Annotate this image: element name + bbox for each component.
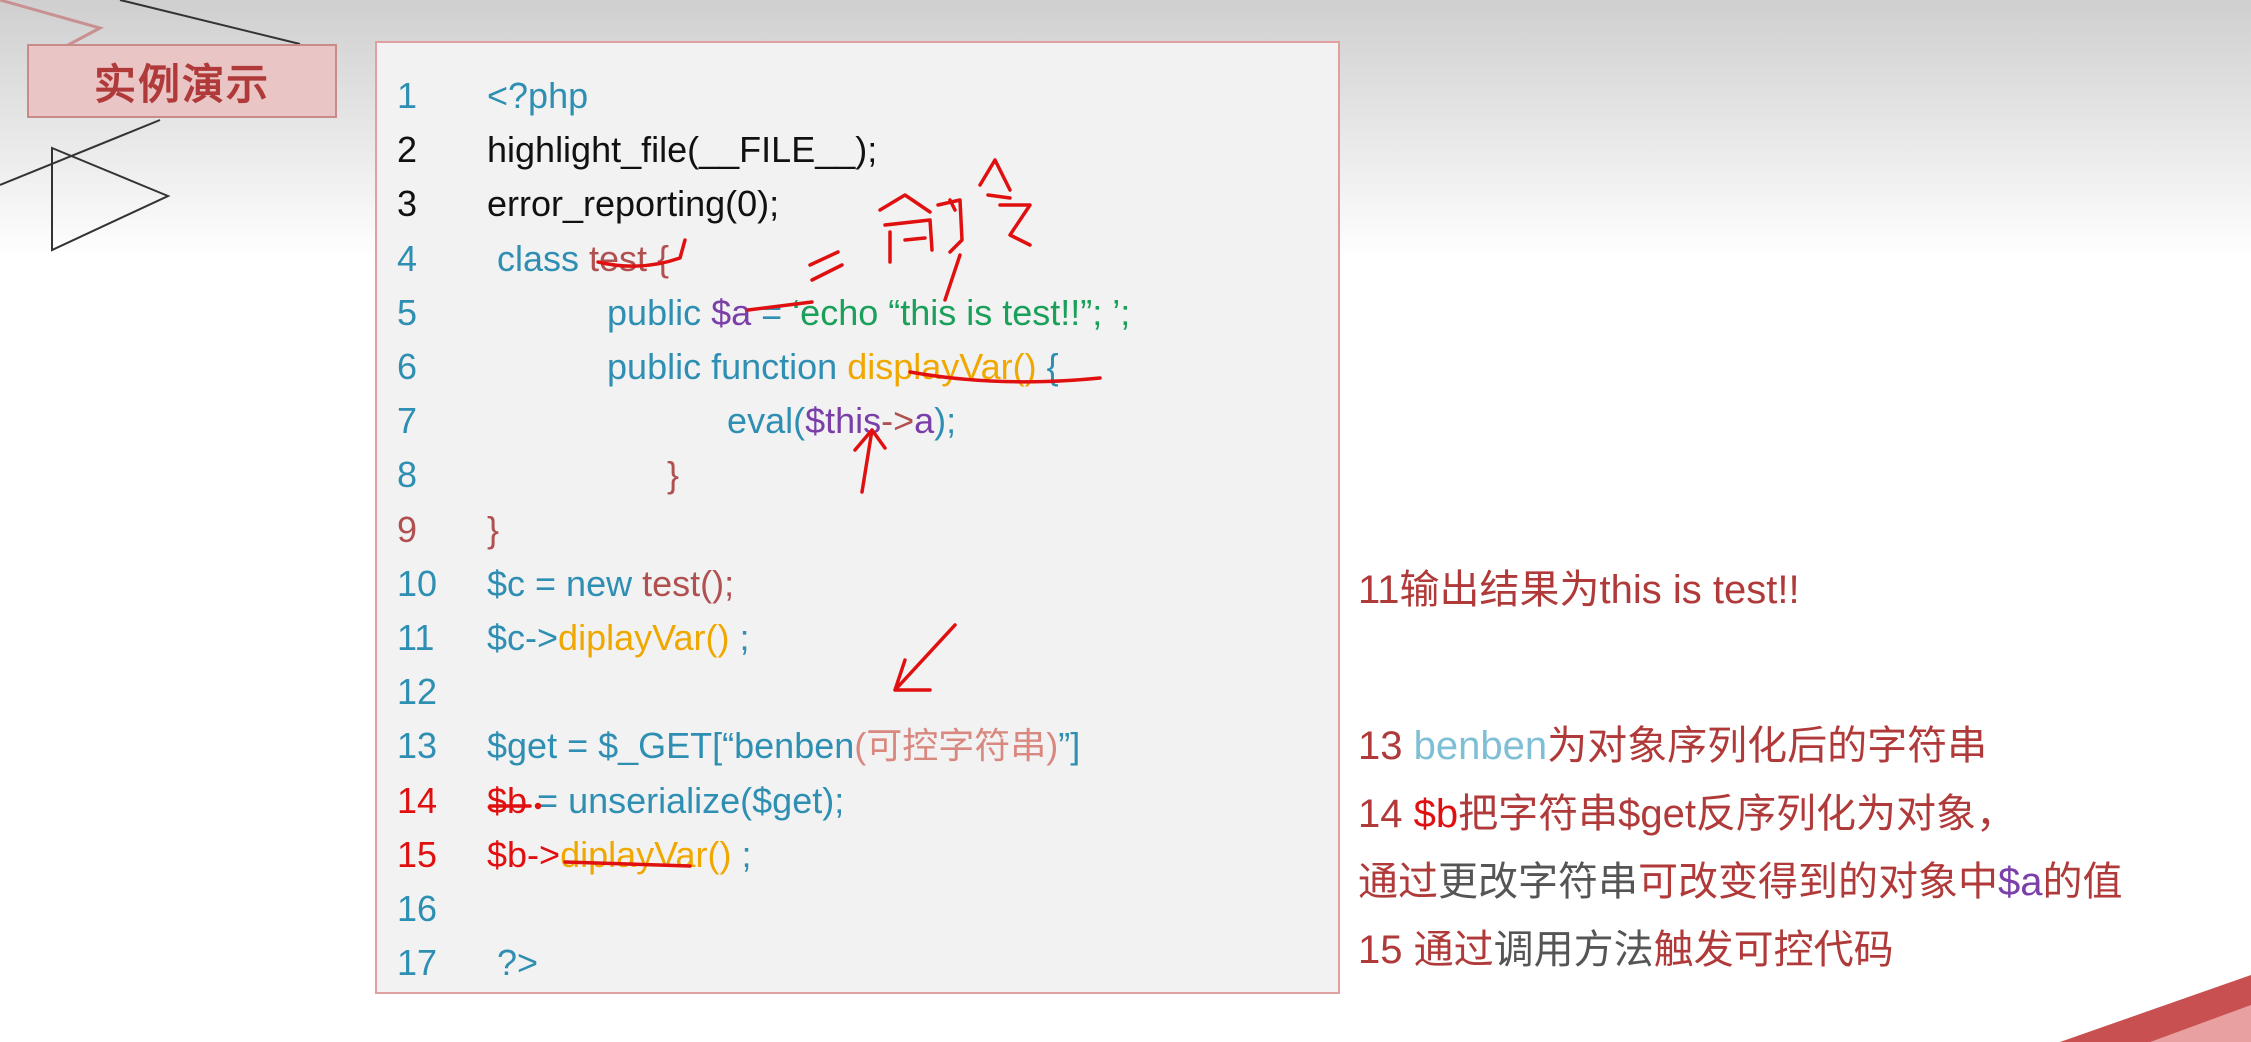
code-token: diplayVar(): [558, 617, 730, 658]
note-token: benben: [1413, 724, 1548, 768]
line-number: 5: [397, 291, 418, 333]
line-number: 4: [397, 237, 418, 279]
line-number: 10: [397, 562, 438, 604]
line-number: 1: [397, 75, 418, 116]
line-number: 12: [397, 671, 438, 713]
code-token: }: [487, 508, 500, 550]
note-token: 13: [1358, 724, 1414, 768]
code-text: public $a = ‘echo “this is test!!”; ’;: [487, 286, 1130, 340]
note-token: 通过: [1413, 928, 1494, 972]
code-token: ->: [881, 400, 915, 442]
line-number: 16: [397, 888, 438, 929]
line-number: 2: [397, 129, 418, 171]
code-token: ”]: [1058, 725, 1081, 767]
note-token: 调用方法: [1493, 928, 1654, 972]
line-number: 11: [397, 617, 435, 658]
note-line: 15 通过调用方法触发可控代码: [1358, 922, 1894, 978]
code-token: test {: [589, 237, 670, 279]
line-number: 8: [397, 454, 418, 496]
code-token: $get = $_GET[“benben: [487, 725, 855, 767]
code-token: );: [934, 400, 957, 442]
code-token: error_reporting(0);: [487, 183, 780, 225]
code-token: eval(: [487, 400, 806, 442]
code-text: <?php: [487, 69, 588, 123]
code-token: $this: [805, 400, 882, 442]
code-text: public function displayVar() {: [487, 340, 1059, 394]
code-token: highlight_file(__FILE__);: [487, 129, 878, 171]
code-text: eval($this->a);: [487, 394, 956, 448]
code-token: test();: [642, 562, 735, 604]
code-token: displayVar(): [847, 346, 1037, 387]
code-token: $c = new: [487, 562, 643, 604]
note-line: 14 $b把字符串$get反序列化为对象，: [1358, 786, 2016, 842]
note-token: 14: [1358, 792, 1414, 836]
line-number: 14: [397, 779, 438, 821]
note-token: 为对象序列化后的字符串: [1547, 724, 1988, 768]
line-number: 13: [397, 725, 438, 767]
code-text: $get = $_GET[“benben(可控字符串)”]: [487, 719, 1080, 773]
note-line: 通过更改字符串可改变得到的对象中$a的值: [1358, 854, 2123, 910]
code-token: $c->: [487, 617, 559, 658]
code-token: $a: [711, 291, 752, 333]
code-text: $b->diplayVar() ;: [487, 828, 751, 882]
code-token: public function: [487, 346, 848, 387]
note-line: 13 benben为对象序列化后的字符串: [1358, 718, 1987, 774]
code-token: diplayVar(): [560, 833, 732, 875]
code-token: $b: [487, 779, 528, 821]
code-panel: 1 <?php 2 highlight_file(__FILE__); 3 error_r…: [375, 41, 1340, 994]
code-text: }: [487, 448, 679, 502]
code-token: ‘echo “this is test!!”; ’;: [792, 291, 1131, 333]
code-text: error_reporting(0);: [487, 177, 779, 231]
code-token: public: [487, 291, 712, 333]
code-token: {: [1036, 346, 1059, 387]
note-token: 的值: [2042, 860, 2123, 904]
code-token: ?>: [487, 942, 539, 984]
code-text: $c = new test();: [487, 557, 734, 611]
code-token: ;: [731, 833, 752, 875]
note-token: 通过: [1358, 860, 1438, 904]
line-number: 6: [397, 346, 418, 387]
line-number: 15: [397, 833, 438, 875]
code-token: ;: [729, 617, 750, 658]
note-token: 触发可控代码: [1653, 928, 1894, 972]
code-text: ?>: [487, 936, 538, 990]
note-token: $a: [1998, 860, 2043, 904]
code-token: = unserialize($get);: [527, 779, 845, 821]
line-number: 7: [397, 400, 418, 442]
code-text: }: [487, 503, 499, 557]
note-token: 11输出结果为this is test!!: [1358, 568, 1800, 612]
code-token: a: [914, 400, 935, 442]
code-text: highlight_file(__FILE__);: [487, 123, 877, 177]
note-token: 更改字符串: [1438, 860, 1638, 904]
code-token: }: [487, 454, 680, 496]
line-number: 17: [397, 942, 438, 984]
code-text: $c->diplayVar() ;: [487, 611, 749, 665]
code-token: $b->: [487, 833, 561, 875]
code-token: =: [751, 291, 793, 333]
note-token: 15: [1358, 928, 1414, 972]
code-token: <?php: [487, 75, 589, 116]
note-token: 可改变得到的对象中: [1638, 860, 1998, 904]
code-text: $b = unserialize($get);: [487, 774, 844, 828]
line-number: 9: [397, 508, 418, 550]
line-number: 3: [397, 183, 418, 225]
note-token: 把字符串$get反序列化为对象，: [1458, 792, 2016, 836]
slide-title: 实例演示: [27, 44, 337, 118]
code-text: class test {: [487, 232, 669, 286]
code-token: (可控字符串): [854, 725, 1059, 767]
note-token: $b: [1413, 792, 1459, 836]
note-line: 11输出结果为this is test!!: [1358, 562, 1800, 618]
code-token: class: [487, 237, 590, 279]
